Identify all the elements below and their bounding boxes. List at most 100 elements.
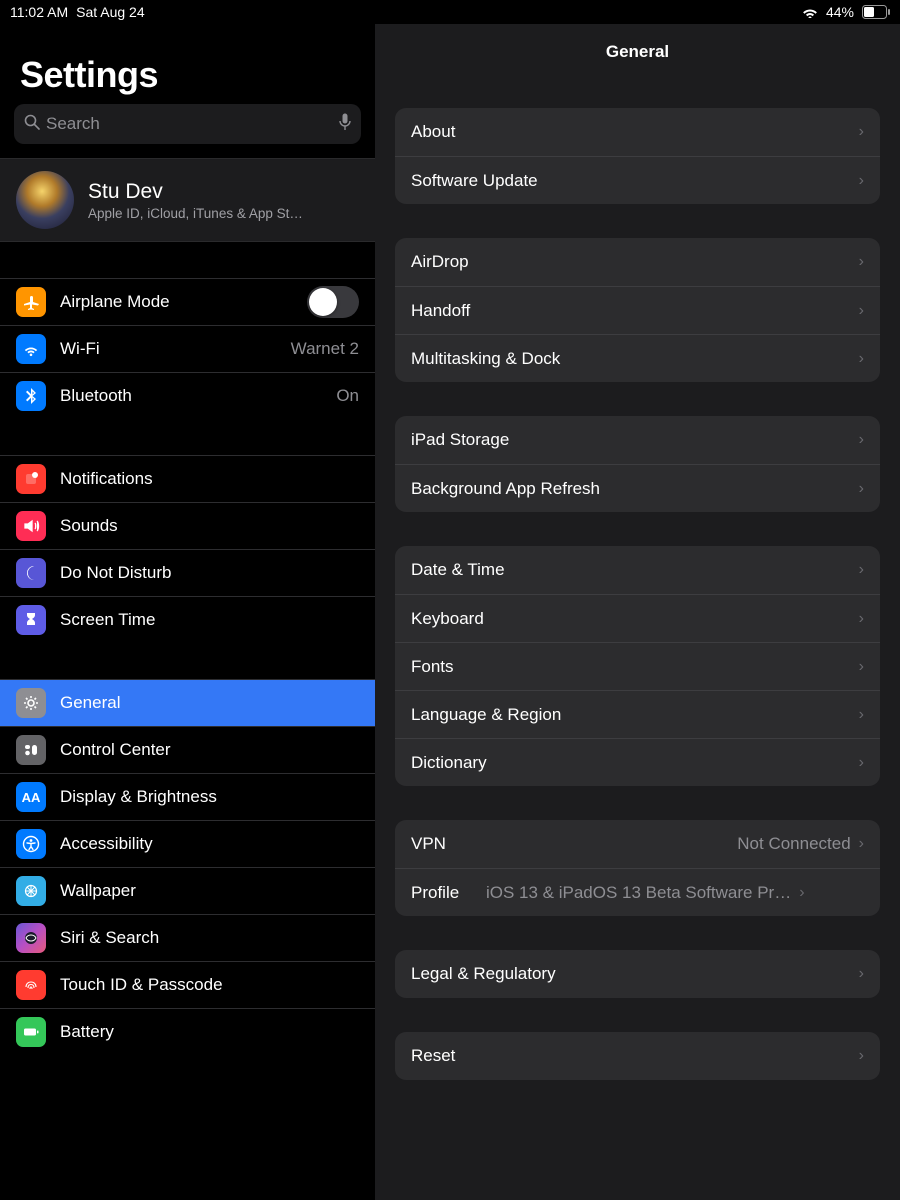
display-icon: AA <box>16 782 46 812</box>
sidebar-item-notifications[interactable]: Notifications <box>0 455 375 502</box>
status-time: 11:02 AM <box>10 4 68 20</box>
control-center-icon <box>16 735 46 765</box>
detail-row-label: Legal & Regulatory <box>411 964 556 984</box>
chevron-right-icon: › <box>859 302 864 320</box>
battery-icon <box>862 5 890 19</box>
sidebar-item-sounds[interactable]: Sounds <box>0 502 375 549</box>
sidebar-item-label: Sounds <box>60 516 359 536</box>
chevron-right-icon: › <box>859 480 864 498</box>
settings-sidebar: Settings Stu Dev Apple ID, iCloud, iTune… <box>0 24 375 1200</box>
sidebar-item-bluetooth[interactable]: Bluetooth On <box>0 372 375 419</box>
airplane-toggle[interactable] <box>307 286 359 318</box>
detail-row-ipad-storage[interactable]: iPad Storage › <box>395 416 880 464</box>
status-date: Sat Aug 24 <box>76 4 145 20</box>
sidebar-item-battery[interactable]: Battery <box>0 1008 375 1055</box>
detail-row-label: Background App Refresh <box>411 479 600 499</box>
sidebar-item-accessibility[interactable]: Accessibility <box>0 820 375 867</box>
detail-row-label: Profile <box>411 883 459 903</box>
detail-row-language-region[interactable]: Language & Region › <box>395 690 880 738</box>
sidebar-item-label: General <box>60 693 359 713</box>
chevron-right-icon: › <box>859 610 864 628</box>
search-input[interactable] <box>46 114 333 134</box>
sidebar-item-label: Battery <box>60 1022 359 1042</box>
notifications-icon <box>16 464 46 494</box>
detail-row-label: VPN <box>411 834 446 854</box>
bluetooth-icon <box>16 381 46 411</box>
detail-row-vpn[interactable]: VPN Not Connected › <box>395 820 880 868</box>
sidebar-item-label: Screen Time <box>60 610 359 630</box>
chevron-right-icon: › <box>859 172 864 190</box>
wifi-icon <box>16 334 46 364</box>
detail-row-fonts[interactable]: Fonts › <box>395 642 880 690</box>
detail-row-label: Dictionary <box>411 753 487 773</box>
chevron-right-icon: › <box>859 350 864 368</box>
detail-row-handoff[interactable]: Handoff › <box>395 286 880 334</box>
hourglass-icon <box>16 605 46 635</box>
sidebar-item-screen-time[interactable]: Screen Time <box>0 596 375 643</box>
sidebar-item-touchid-passcode[interactable]: Touch ID & Passcode <box>0 961 375 1008</box>
detail-row-multitasking-dock[interactable]: Multitasking & Dock › <box>395 334 880 382</box>
sidebar-item-label: Airplane Mode <box>60 292 293 312</box>
profile-name: Stu Dev <box>88 180 303 204</box>
detail-row-keyboard[interactable]: Keyboard › <box>395 594 880 642</box>
wifi-icon <box>802 6 818 18</box>
chevron-right-icon: › <box>859 754 864 772</box>
sidebar-item-control-center[interactable]: Control Center <box>0 726 375 773</box>
profile-value: iOS 13 & iPadOS 13 Beta Software Pr… <box>471 883 791 903</box>
chevron-right-icon: › <box>859 706 864 724</box>
detail-row-label: Software Update <box>411 171 538 191</box>
sidebar-item-label: Wallpaper <box>60 881 359 901</box>
detail-row-about[interactable]: About › <box>395 108 880 156</box>
detail-row-label: Multitasking & Dock <box>411 349 560 369</box>
chevron-right-icon: › <box>859 253 864 271</box>
detail-row-date-time[interactable]: Date & Time › <box>395 546 880 594</box>
battery-icon <box>16 1017 46 1047</box>
wallpaper-icon <box>16 876 46 906</box>
sidebar-item-label: Touch ID & Passcode <box>60 975 359 995</box>
chevron-right-icon: › <box>799 884 804 902</box>
sidebar-item-wifi[interactable]: Wi-Fi Warnet 2 <box>0 325 375 372</box>
detail-row-label: Fonts <box>411 657 454 677</box>
sidebar-item-display-brightness[interactable]: AA Display & Brightness <box>0 773 375 820</box>
search-icon <box>24 114 40 135</box>
detail-pane: General About › Software Update › AirDro… <box>375 24 900 1200</box>
accessibility-icon <box>16 829 46 859</box>
apple-id-card[interactable]: Stu Dev Apple ID, iCloud, iTunes & App S… <box>0 158 375 242</box>
sidebar-item-label: Do Not Disturb <box>60 563 359 583</box>
detail-row-label: AirDrop <box>411 252 469 272</box>
vpn-value: Not Connected <box>737 834 850 854</box>
detail-row-label: Date & Time <box>411 560 505 580</box>
sidebar-item-airplane-mode[interactable]: Airplane Mode <box>0 278 375 325</box>
microphone-icon[interactable] <box>339 113 351 136</box>
detail-row-label: Keyboard <box>411 609 484 629</box>
sidebar-item-label: Siri & Search <box>60 928 359 948</box>
search-field[interactable] <box>14 104 361 144</box>
detail-row-software-update[interactable]: Software Update › <box>395 156 880 204</box>
chevron-right-icon: › <box>859 835 864 853</box>
detail-row-label: Language & Region <box>411 705 561 725</box>
detail-row-airdrop[interactable]: AirDrop › <box>395 238 880 286</box>
page-title: Settings <box>20 54 355 96</box>
detail-row-legal-regulatory[interactable]: Legal & Regulatory › <box>395 950 880 998</box>
detail-row-background-app-refresh[interactable]: Background App Refresh › <box>395 464 880 512</box>
detail-row-label: Reset <box>411 1046 455 1066</box>
sidebar-item-do-not-disturb[interactable]: Do Not Disturb <box>0 549 375 596</box>
detail-row-dictionary[interactable]: Dictionary › <box>395 738 880 786</box>
detail-row-label: Handoff <box>411 301 470 321</box>
sounds-icon <box>16 511 46 541</box>
detail-row-label: iPad Storage <box>411 430 509 450</box>
bluetooth-value: On <box>336 386 359 406</box>
sidebar-item-siri-search[interactable]: Siri & Search <box>0 914 375 961</box>
detail-row-profile[interactable]: Profile iOS 13 & iPadOS 13 Beta Software… <box>395 868 880 916</box>
sidebar-item-general[interactable]: General <box>0 679 375 726</box>
chevron-right-icon: › <box>859 561 864 579</box>
sidebar-item-label: Notifications <box>60 469 359 489</box>
detail-row-reset[interactable]: Reset › <box>395 1032 880 1080</box>
chevron-right-icon: › <box>859 965 864 983</box>
chevron-right-icon: › <box>859 1047 864 1065</box>
chevron-right-icon: › <box>859 431 864 449</box>
sidebar-item-wallpaper[interactable]: Wallpaper <box>0 867 375 914</box>
sidebar-item-label: Wi-Fi <box>60 339 277 359</box>
detail-title: General <box>375 24 900 80</box>
status-battery-pct: 44% <box>826 4 854 20</box>
